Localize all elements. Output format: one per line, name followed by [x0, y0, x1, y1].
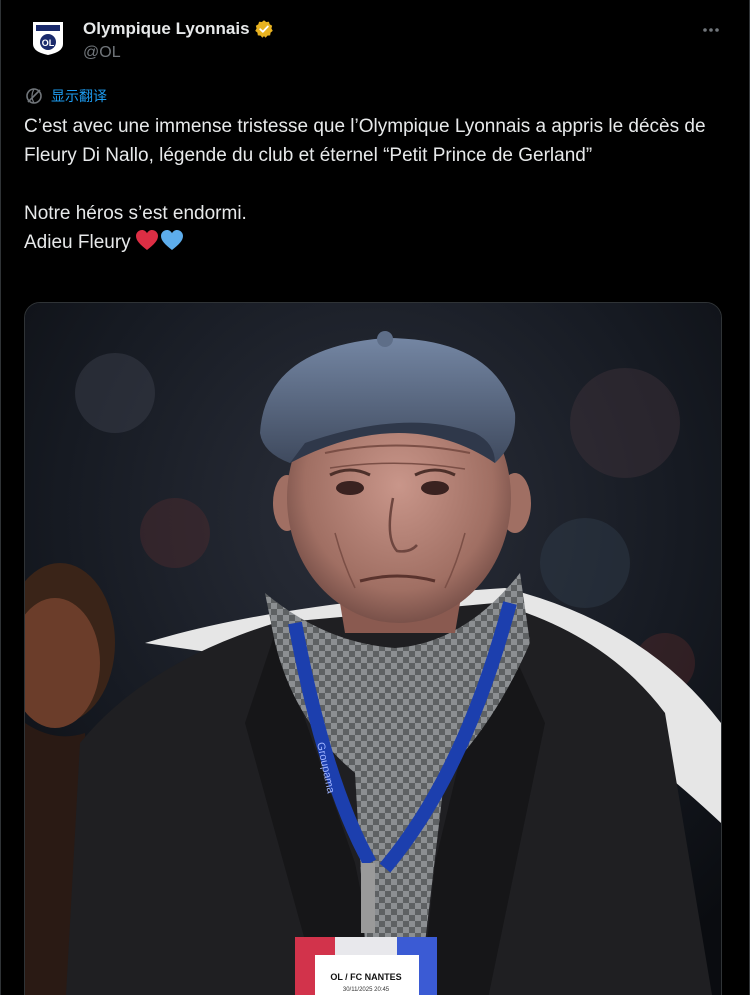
badge-subtext: 30/11/2025 20:45 [343, 987, 390, 993]
ol-logo-icon: OL [33, 22, 63, 55]
tweet-paragraph-3: Adieu Fleury [24, 228, 714, 257]
avatar-logo-text: OL [42, 38, 55, 48]
tweet-header: OL Olympique Lyonnais @OL [25, 14, 725, 66]
show-translation-link[interactable]: 显示翻译 [25, 86, 107, 106]
tweet-paragraph-1: C’est avec une immense tristesse que l’O… [24, 116, 706, 166]
tweet-text: C’est avec une immense tristesse que l’O… [24, 112, 714, 257]
display-name-row: Olympique Lyonnais [83, 17, 274, 41]
tweet-photo[interactable]: Groupama OL / FC NANTES 30/11/2025 20:45 [24, 302, 722, 995]
translate-globe-icon [26, 88, 42, 104]
tweet-card: OL Olympique Lyonnais @OL 显示翻译 C’est ave… [0, 0, 750, 995]
tweet-paragraph-2: Notre héros s’est endormi. [24, 203, 247, 224]
handle[interactable]: @OL [83, 44, 274, 62]
author-names: Olympique Lyonnais @OL [83, 17, 274, 62]
more-horizontal-icon[interactable] [699, 18, 723, 42]
display-name[interactable]: Olympique Lyonnais [83, 19, 250, 39]
show-translation-label[interactable]: 显示翻译 [51, 86, 107, 106]
red-heart-icon [135, 230, 158, 250]
blue-heart-icon [160, 230, 183, 250]
verified-badge-icon[interactable] [254, 19, 274, 39]
badge-text: OL / FC NANTES [330, 972, 401, 982]
photo-illustration: Groupama OL / FC NANTES 30/11/2025 20:45 [25, 303, 721, 995]
avatar[interactable]: OL [31, 20, 65, 56]
tweet-farewell: Adieu Fleury [24, 232, 131, 253]
